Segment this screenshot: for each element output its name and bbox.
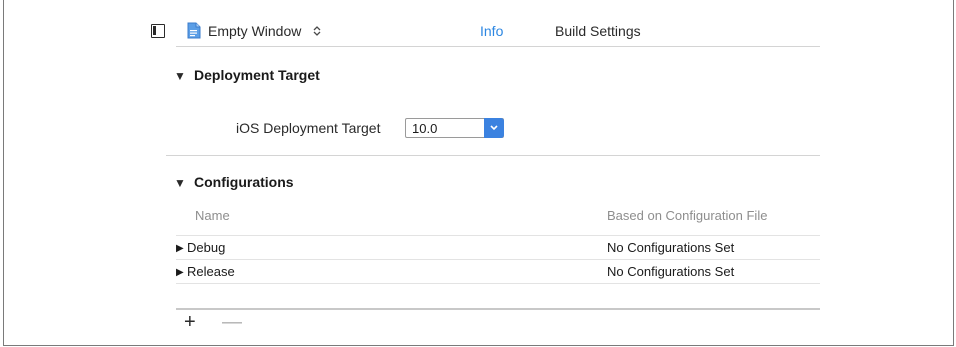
stepper-icon[interactable] — [313, 25, 321, 37]
table-row-file: No Configurations Set — [607, 240, 735, 255]
sidebar-toggle-icon[interactable] — [151, 24, 165, 38]
disclosure-triangle-icon[interactable]: ▶ — [176, 267, 184, 278]
table-footer-bar — [176, 308, 820, 310]
disclosure-triangle-icon[interactable]: ▶ — [176, 243, 184, 254]
row-separator — [176, 283, 820, 284]
project-file-icon — [187, 22, 201, 39]
tab-build-settings[interactable]: Build Settings — [555, 23, 641, 39]
ios-deployment-target-label: iOS Deployment Target — [236, 120, 381, 136]
tab-info[interactable]: Info — [480, 23, 503, 39]
table-row-name[interactable]: Debug — [187, 240, 225, 255]
row-separator — [176, 235, 820, 236]
disclosure-triangle-icon[interactable]: ▼ — [174, 69, 186, 83]
row-separator — [176, 259, 820, 260]
disclosure-triangle-icon[interactable]: ▼ — [174, 176, 186, 190]
column-header-name[interactable]: Name — [195, 208, 230, 223]
add-icon[interactable]: + — [184, 312, 196, 332]
window-frame — [3, 0, 954, 346]
project-selector[interactable]: Empty Window — [208, 23, 301, 39]
configurations-section-title: Configurations — [194, 174, 294, 190]
table-row-file: No Configurations Set — [607, 264, 735, 279]
deployment-section-title: Deployment Target — [194, 67, 320, 83]
remove-icon[interactable]: — — [222, 312, 242, 332]
popup-arrow-icon[interactable] — [484, 118, 504, 138]
column-header-config-file[interactable]: Based on Configuration File — [607, 208, 767, 223]
toolbar-divider — [176, 46, 820, 47]
ios-deployment-target-select[interactable]: 10.0 — [405, 118, 504, 138]
selected-version: 10.0 — [412, 121, 438, 136]
table-row-name[interactable]: Release — [187, 264, 235, 279]
sidebar-toggle-bar — [153, 26, 156, 35]
section-divider — [166, 155, 820, 156]
